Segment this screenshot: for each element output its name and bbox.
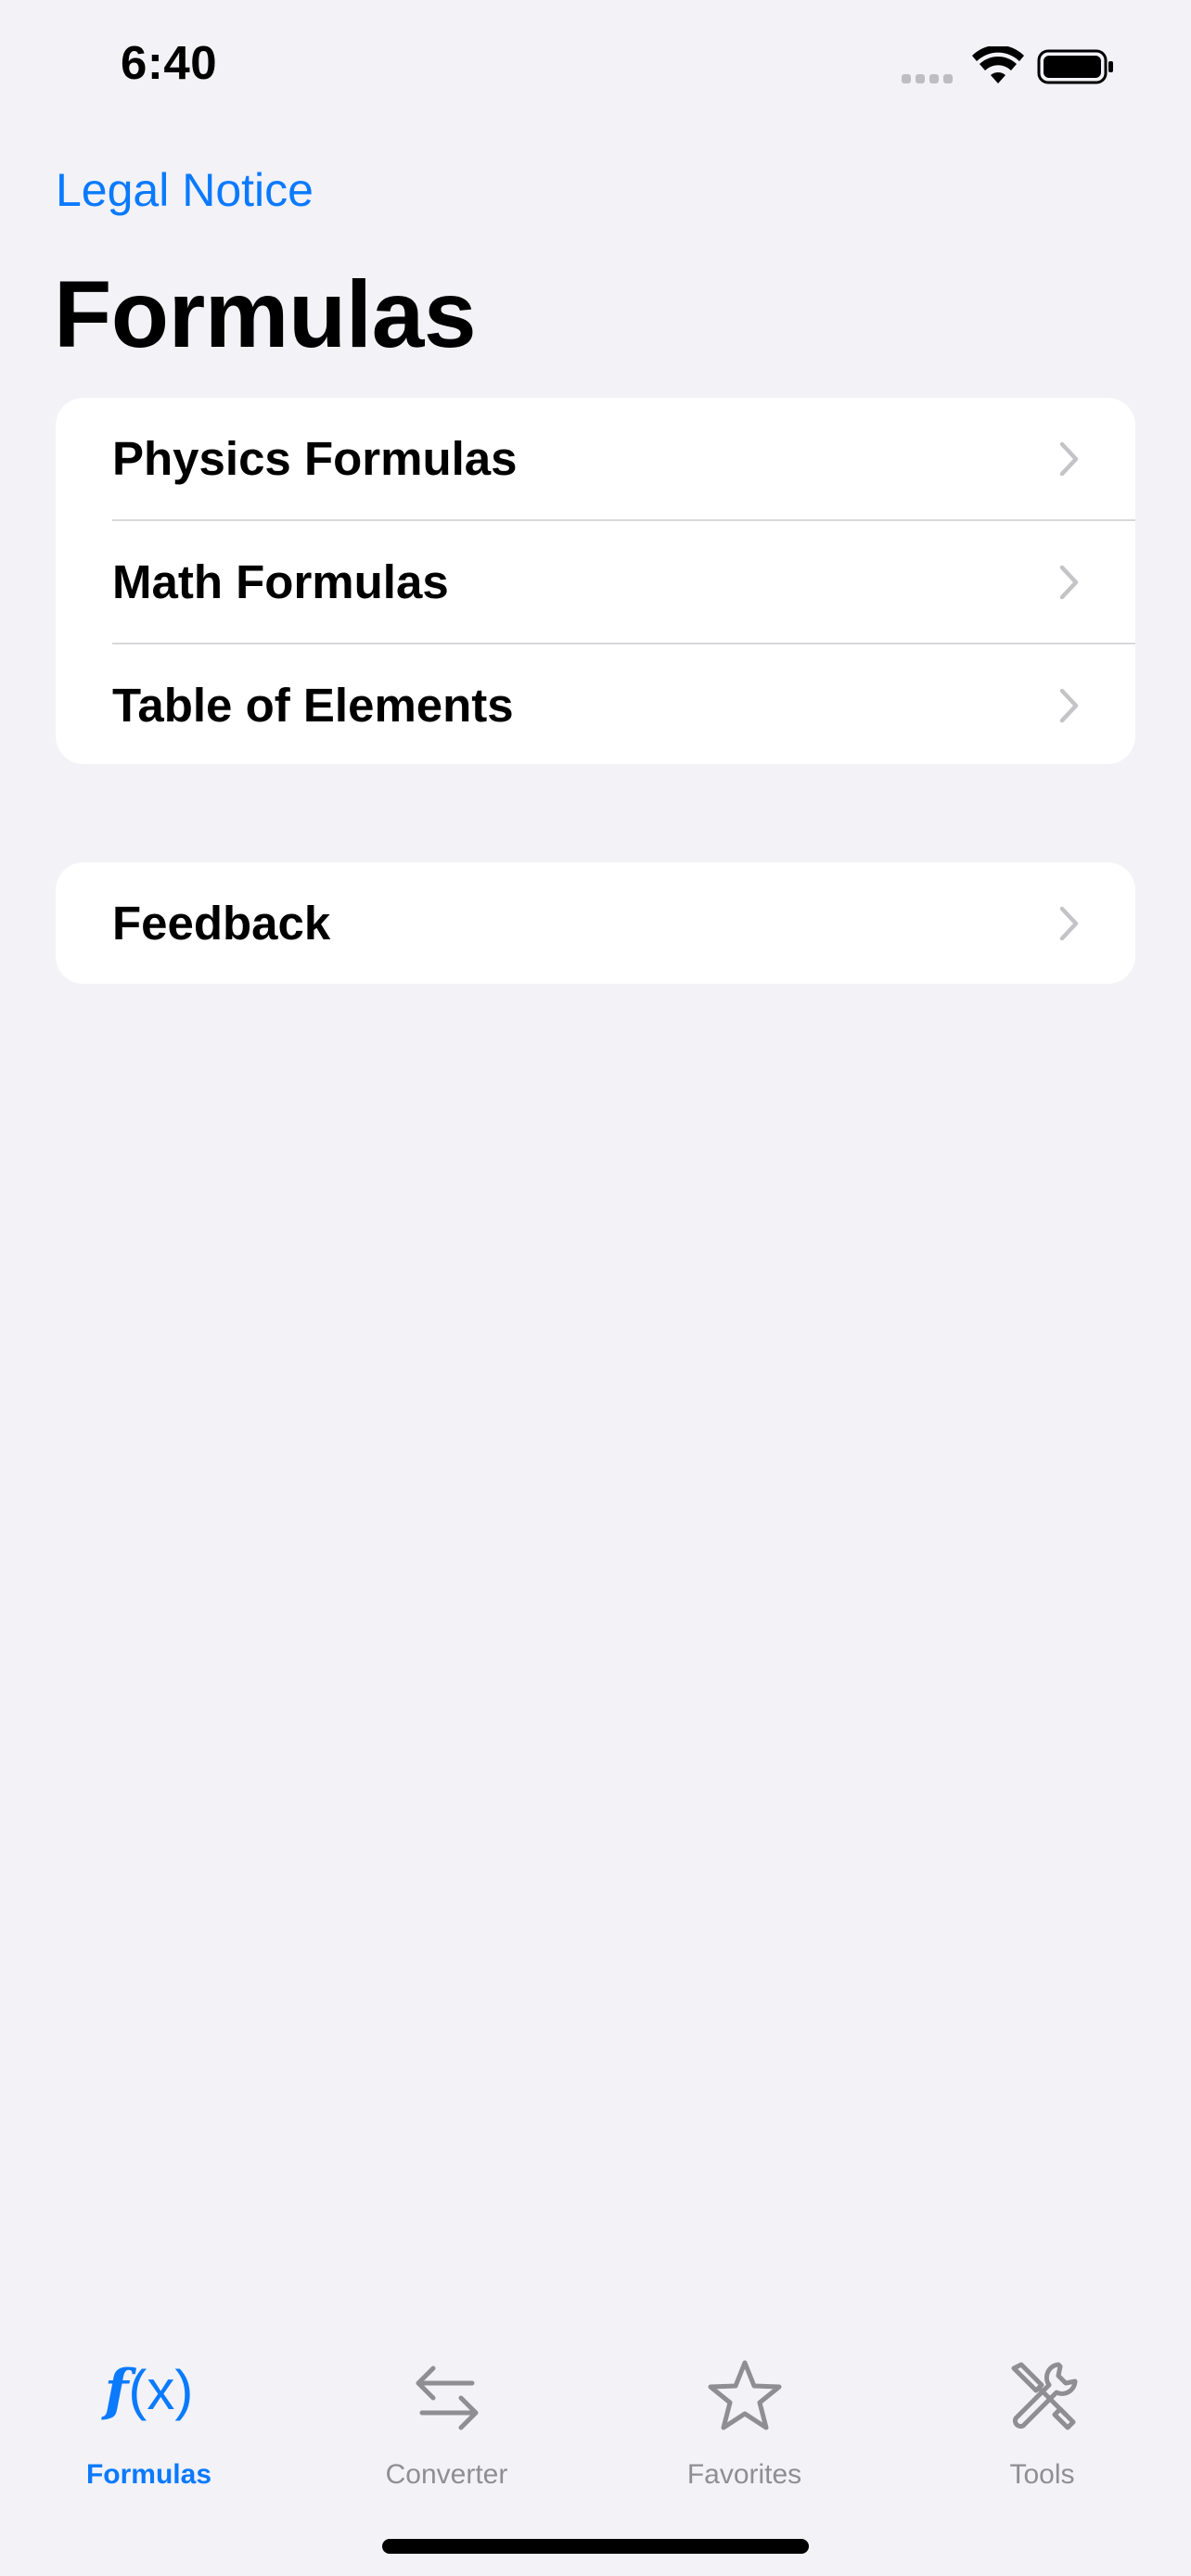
chevron-right-icon bbox=[1059, 441, 1079, 476]
list-item-table-of-elements[interactable]: Table of Elements bbox=[56, 644, 1135, 764]
chevron-right-icon bbox=[1059, 688, 1079, 722]
home-indicator[interactable] bbox=[382, 2539, 809, 2554]
function-icon: f(x) bbox=[104, 2358, 194, 2423]
list-item-physics-formulas[interactable]: Physics Formulas bbox=[56, 398, 1135, 519]
chevron-right-icon bbox=[1059, 565, 1079, 599]
feedback-list: Feedback bbox=[56, 862, 1135, 984]
list-item-label: Feedback bbox=[112, 897, 331, 950]
star-icon bbox=[708, 2360, 781, 2430]
legal-notice-link[interactable]: Legal Notice bbox=[56, 163, 314, 217]
page-title: Formulas bbox=[54, 261, 477, 367]
wrench-screwdriver-icon bbox=[1011, 2362, 1077, 2430]
status-time: 6:40 bbox=[121, 36, 218, 89]
tab-label: Formulas bbox=[85, 2459, 212, 2490]
list-item-math-formulas[interactable]: Math Formulas bbox=[56, 521, 1135, 643]
status-bar: 6:40 bbox=[0, 0, 1191, 130]
tab-formulas[interactable]: f(x) Formulas bbox=[0, 2337, 298, 2494]
formulas-list: Physics Formulas Math Formulas Table of … bbox=[56, 398, 1135, 764]
list-item-label: Physics Formulas bbox=[112, 432, 518, 485]
list-item-label: Table of Elements bbox=[112, 679, 514, 732]
cellular-signal-icon bbox=[902, 72, 957, 85]
arrows-left-right-icon bbox=[416, 2366, 478, 2430]
tab-tools[interactable]: Tools bbox=[893, 2337, 1191, 2494]
list-item-feedback[interactable]: Feedback bbox=[56, 862, 1135, 984]
tab-label: Converter bbox=[385, 2459, 508, 2490]
wifi-icon bbox=[972, 46, 1024, 83]
tab-favorites[interactable]: Favorites bbox=[596, 2337, 893, 2494]
list-item-label: Math Formulas bbox=[112, 555, 449, 608]
tab-label: Favorites bbox=[686, 2459, 802, 2490]
battery-icon bbox=[1037, 49, 1113, 84]
tab-label: Tools bbox=[1009, 2459, 1075, 2490]
chevron-right-icon bbox=[1059, 906, 1079, 940]
tab-converter[interactable]: Converter bbox=[298, 2337, 596, 2494]
